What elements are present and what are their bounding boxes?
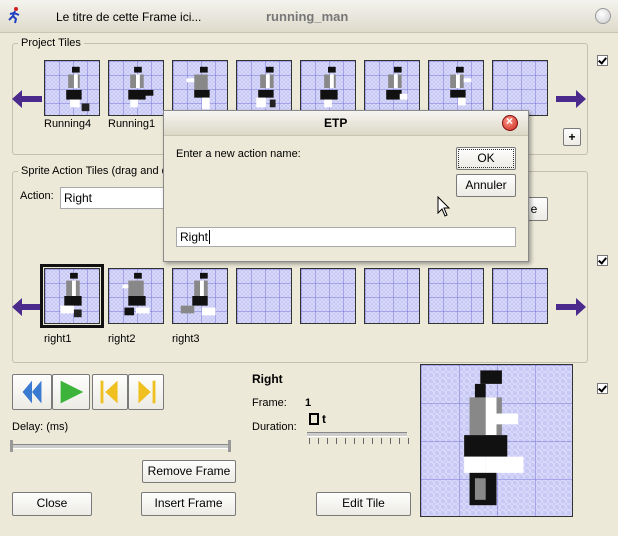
frame-name: Right [252,372,283,386]
step-back-button[interactable] [92,374,128,410]
project-scroll-right-arrow-icon[interactable] [556,89,586,109]
window-title-left: Le titre de cette Frame ici... [56,10,202,24]
preview-checkbox[interactable] [597,383,608,394]
action-scroll-left-arrow-icon[interactable] [12,297,42,317]
action-tile-3-label: right3 [172,333,200,345]
project-tile-8-empty[interactable] [492,60,548,116]
action-tile-4-empty[interactable] [236,268,292,324]
duration-glyph: t [322,412,326,426]
project-tile-3[interactable] [172,60,228,116]
frame-preview [420,364,573,517]
dialog-close-icon[interactable] [502,114,518,131]
project-tile-2-label: Running1 [108,118,156,130]
action-scroll-right-arrow-icon[interactable] [556,297,586,317]
dialog-ok-button[interactable]: OK [456,147,516,170]
project-scroll-left-arrow-icon[interactable] [12,89,42,109]
rewind-button[interactable] [12,374,52,410]
action-tile-5-empty[interactable] [300,268,356,324]
delay-slider-min-tick [10,440,13,452]
delay-label: Delay: (ms) [12,421,69,433]
rewind-icon [22,380,42,404]
sprite-action-label: Sprite Action Tiles (drag and d [18,165,171,177]
duration-slider-thumb[interactable] [309,413,319,425]
title-bar: Le titre de cette Frame ici... running_m… [0,0,618,33]
step-forward-button[interactable] [128,374,164,410]
project-tile-4[interactable] [236,60,292,116]
running-man-app-icon [6,6,24,24]
delay-slider[interactable] [12,444,230,449]
delay-slider-max-tick [228,440,231,452]
action-tile-6-empty[interactable] [364,268,420,324]
dialog-cancel-button[interactable]: Annuler [456,174,516,197]
play-button[interactable] [52,374,90,410]
action-tile-8-empty[interactable] [492,268,548,324]
project-tile-1-label: Running4 [44,118,92,130]
step-forward-icon [138,380,156,404]
action-tiles-checkbox[interactable] [597,255,608,266]
action-label: Action: [20,190,54,202]
project-tiles-checkbox[interactable] [597,55,608,66]
action-tile-2-label: right2 [108,333,136,345]
duration-ticks [309,438,409,444]
remove-frame-button[interactable]: Remove Frame [142,460,236,483]
window-close-button[interactable] [595,8,611,24]
project-tile-5[interactable] [300,60,356,116]
frame-value: 1 [305,397,312,409]
duration-slider[interactable] [307,432,407,437]
action-tile-1-selected[interactable] [40,264,104,328]
dialog-prompt: Enter a new action name: [176,148,301,160]
play-icon [60,380,84,404]
duration-label: Duration: [252,421,297,433]
mouse-cursor-icon [437,195,451,218]
action-tile-2[interactable] [108,268,164,324]
edit-tile-button[interactable]: Edit Tile [316,492,411,516]
window-title-center: running_man [266,9,349,24]
frame-label: Frame: [252,397,287,409]
etp-dialog: ETP Enter a new action name: OK Annuler … [163,110,529,262]
project-tiles-label: Project Tiles [18,37,84,49]
close-button[interactable]: Close [12,492,92,516]
add-tile-button[interactable]: + [563,128,581,146]
dialog-title-bar: ETP [164,111,528,136]
action-name-input[interactable]: Right [60,187,164,209]
dialog-title: ETP [324,116,348,130]
project-tile-1[interactable] [44,60,100,116]
dialog-input-text: Right [180,230,209,244]
action-tile-7-empty[interactable] [428,268,484,324]
project-tile-6[interactable] [364,60,420,116]
project-tile-7[interactable] [428,60,484,116]
insert-frame-button[interactable]: Insert Frame [141,492,236,516]
dialog-action-name-input[interactable]: Right [176,227,516,247]
action-tile-3[interactable] [172,268,228,324]
action-tile-1-label: right1 [44,333,72,345]
step-back-icon [100,380,118,404]
project-tile-2[interactable] [108,60,164,116]
text-caret [209,230,211,244]
